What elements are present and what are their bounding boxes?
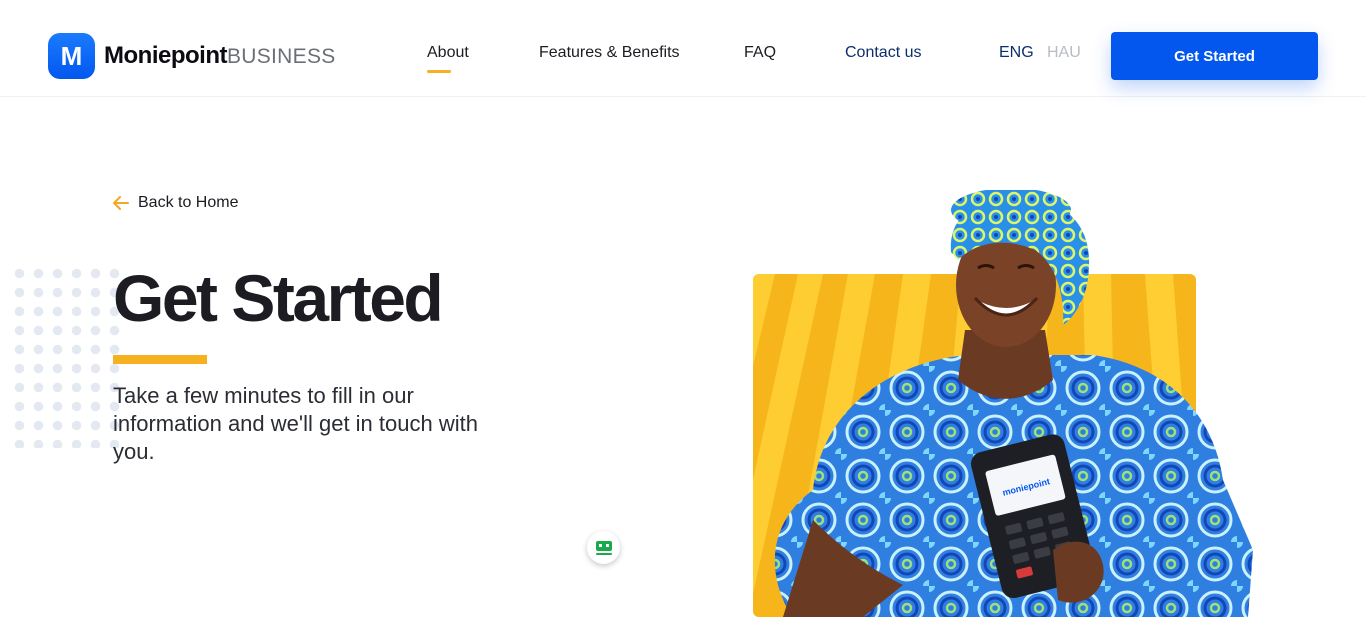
- get-started-button[interactable]: Get Started: [1111, 32, 1318, 80]
- logo-name-light: BUSINESS: [226, 45, 336, 68]
- language-eng[interactable]: ENG: [999, 44, 1034, 62]
- nav-item-label: About: [427, 44, 469, 61]
- nav-item-faq[interactable]: FAQ: [744, 44, 776, 62]
- language-hau[interactable]: HAU: [1047, 44, 1081, 62]
- nav-item-features[interactable]: Features & Benefits: [539, 44, 680, 62]
- page-title: Get Started: [113, 261, 444, 335]
- title-accent-bar: [113, 355, 207, 364]
- chat-widget-button[interactable]: [587, 531, 620, 564]
- back-link-label: Back to Home: [138, 194, 239, 211]
- hero-illustration: moniepoint: [753, 190, 1253, 617]
- decorative-dot-grid: [10, 264, 120, 448]
- back-to-home-link[interactable]: Back to Home: [112, 194, 238, 212]
- chat-bot-icon: [595, 540, 612, 555]
- logo-name-bold: Moniepoint: [104, 42, 227, 69]
- active-indicator: [427, 70, 451, 73]
- merchant-with-pos-image: moniepoint: [753, 190, 1253, 617]
- nav-item-about[interactable]: About: [427, 44, 469, 73]
- brand-logo[interactable]: M MoniepointBUSINESS: [48, 33, 336, 79]
- hero-description: Take a few minutes to fill in our inform…: [113, 383, 478, 464]
- logo-wordmark: MoniepointBUSINESS: [104, 42, 336, 70]
- site-header: M MoniepointBUSINESS About Features & Be…: [0, 0, 1366, 97]
- logo-letter: M: [60, 40, 83, 71]
- nav-item-contact[interactable]: Contact us: [845, 44, 921, 62]
- logo-mark-icon: M: [48, 33, 95, 79]
- arrow-left-icon: [113, 196, 129, 210]
